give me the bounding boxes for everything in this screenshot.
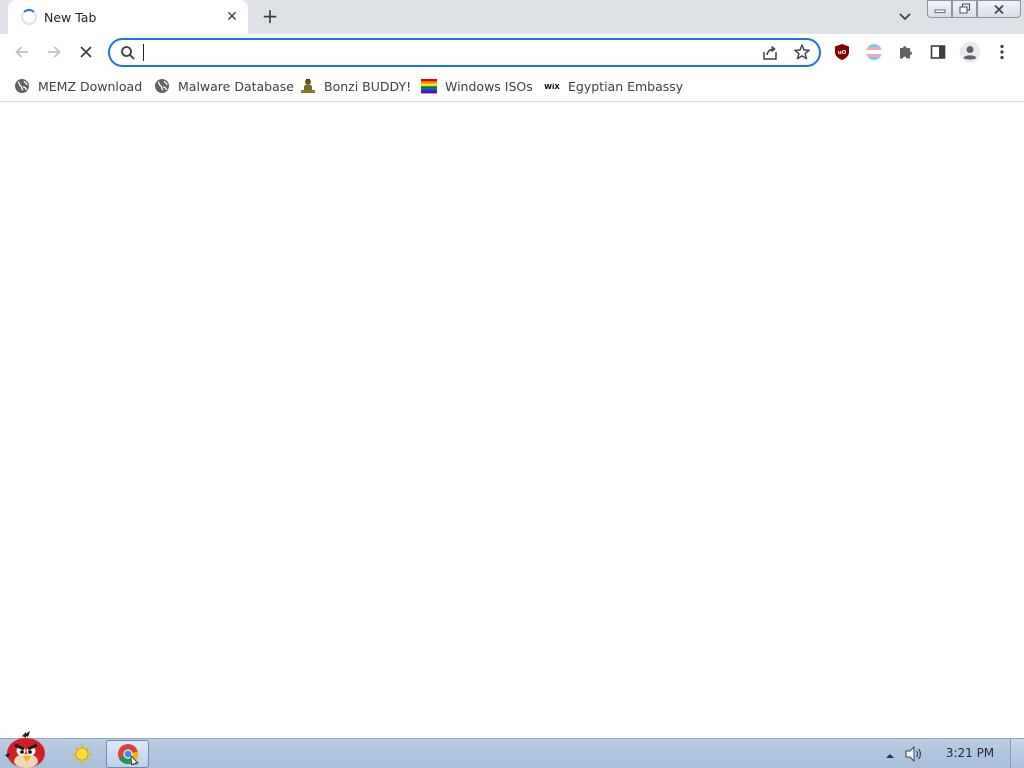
address-bar[interactable] [108,38,821,67]
bookmark-label: Bonzi BUDDY! [324,78,412,94]
ublock-origin-button[interactable]: uO [829,39,855,65]
window-controls [927,0,1021,18]
window-close-button[interactable] [977,0,1021,18]
tab-new-tab[interactable]: New Tab ✕ [8,0,248,34]
tab-search-button[interactable] [894,7,916,27]
bonzi-icon [300,78,316,94]
search-icon [121,46,135,60]
side-panel-button[interactable] [925,39,951,65]
chrome-icon [117,744,139,765]
arrow-left-icon [15,46,28,58]
address-input[interactable] [142,43,742,63]
bookmark-malware-database[interactable]: Malware Database [154,76,294,96]
show-hidden-icons-button[interactable] [884,747,896,759]
close-icon [994,4,1004,14]
profile-button[interactable] [957,39,983,65]
svg-text:uO: uO [838,50,847,56]
ublock-origin-icon: uO [835,44,849,60]
taskbar-chrome[interactable] [106,740,149,768]
chevron-up-icon [886,754,894,758]
bookmark-label: Windows ISOs [445,78,533,94]
extensions-button[interactable] [893,39,919,65]
bookmark-label: Malware Database [178,78,294,94]
side-panel-icon [930,45,946,59]
stop-loading-icon [80,46,92,58]
transgender-flag-extension-icon [865,43,883,61]
show-desktop-button[interactable] [1010,739,1024,768]
browser-toolbar: uO [0,34,1024,70]
profile-avatar-icon [959,41,981,63]
stop-loading-button[interactable] [73,39,99,65]
globe-icon [14,78,30,94]
taskbar-clock[interactable]: 3:21 PM [936,746,1004,760]
minimize-icon [934,9,945,13]
bookmark-bonzi-buddy[interactable]: Bonzi BUDDY! [300,76,411,96]
bookmark-label: MEMZ Download [38,78,143,94]
restore-button[interactable] [952,0,977,18]
puzzle-extensions-icon [900,46,912,59]
arrow-right-icon [48,46,61,58]
speaker-icon [905,745,921,763]
loading-spinner-icon [21,9,37,25]
minimize-button[interactable] [927,0,952,18]
bookmark-windows-isos[interactable]: Windows ISOs [421,76,533,96]
bookmark-label: Egyptian Embassy [568,78,684,94]
bookmark-memz-download[interactable]: MEMZ Download [14,76,142,96]
rainbow-flag-icon [421,78,437,94]
restore-icon [959,3,970,14]
new-tab-button[interactable]: + [258,5,282,29]
wix-icon: WiX [544,78,560,94]
chevron-down-icon [899,13,911,21]
tab-title: New Tab [44,10,97,25]
tab-strip: New Tab ✕ + [0,0,1024,34]
page-content[interactable] [0,103,1024,738]
browser-menu-button[interactable] [989,39,1015,65]
star-icon[interactable] [793,43,811,61]
text-caret [143,44,144,61]
tab-close-button[interactable]: ✕ [222,7,242,27]
forward-button[interactable] [41,39,67,65]
svg-text:WiX: WiX [544,83,560,91]
taskbar: 3:21 PM [0,731,1024,768]
bookmark-egyptian-embassy[interactable]: WiX Egyptian Embassy [544,76,683,96]
volume-button[interactable] [904,745,924,763]
share-icon[interactable] [761,44,779,62]
kebab-menu-icon [1000,44,1004,60]
start-button[interactable] [2,731,50,768]
bookmarks-bar: MEMZ Download Malware Database Bonzi BUD… [0,70,1024,102]
back-button[interactable] [9,39,35,65]
taskbar-explorer[interactable] [64,740,100,768]
folder-sun-icon [72,744,92,764]
globe-icon [154,78,170,94]
transgender-flag-extension-button[interactable] [861,39,887,65]
angry-bird-start-icon [5,731,45,768]
